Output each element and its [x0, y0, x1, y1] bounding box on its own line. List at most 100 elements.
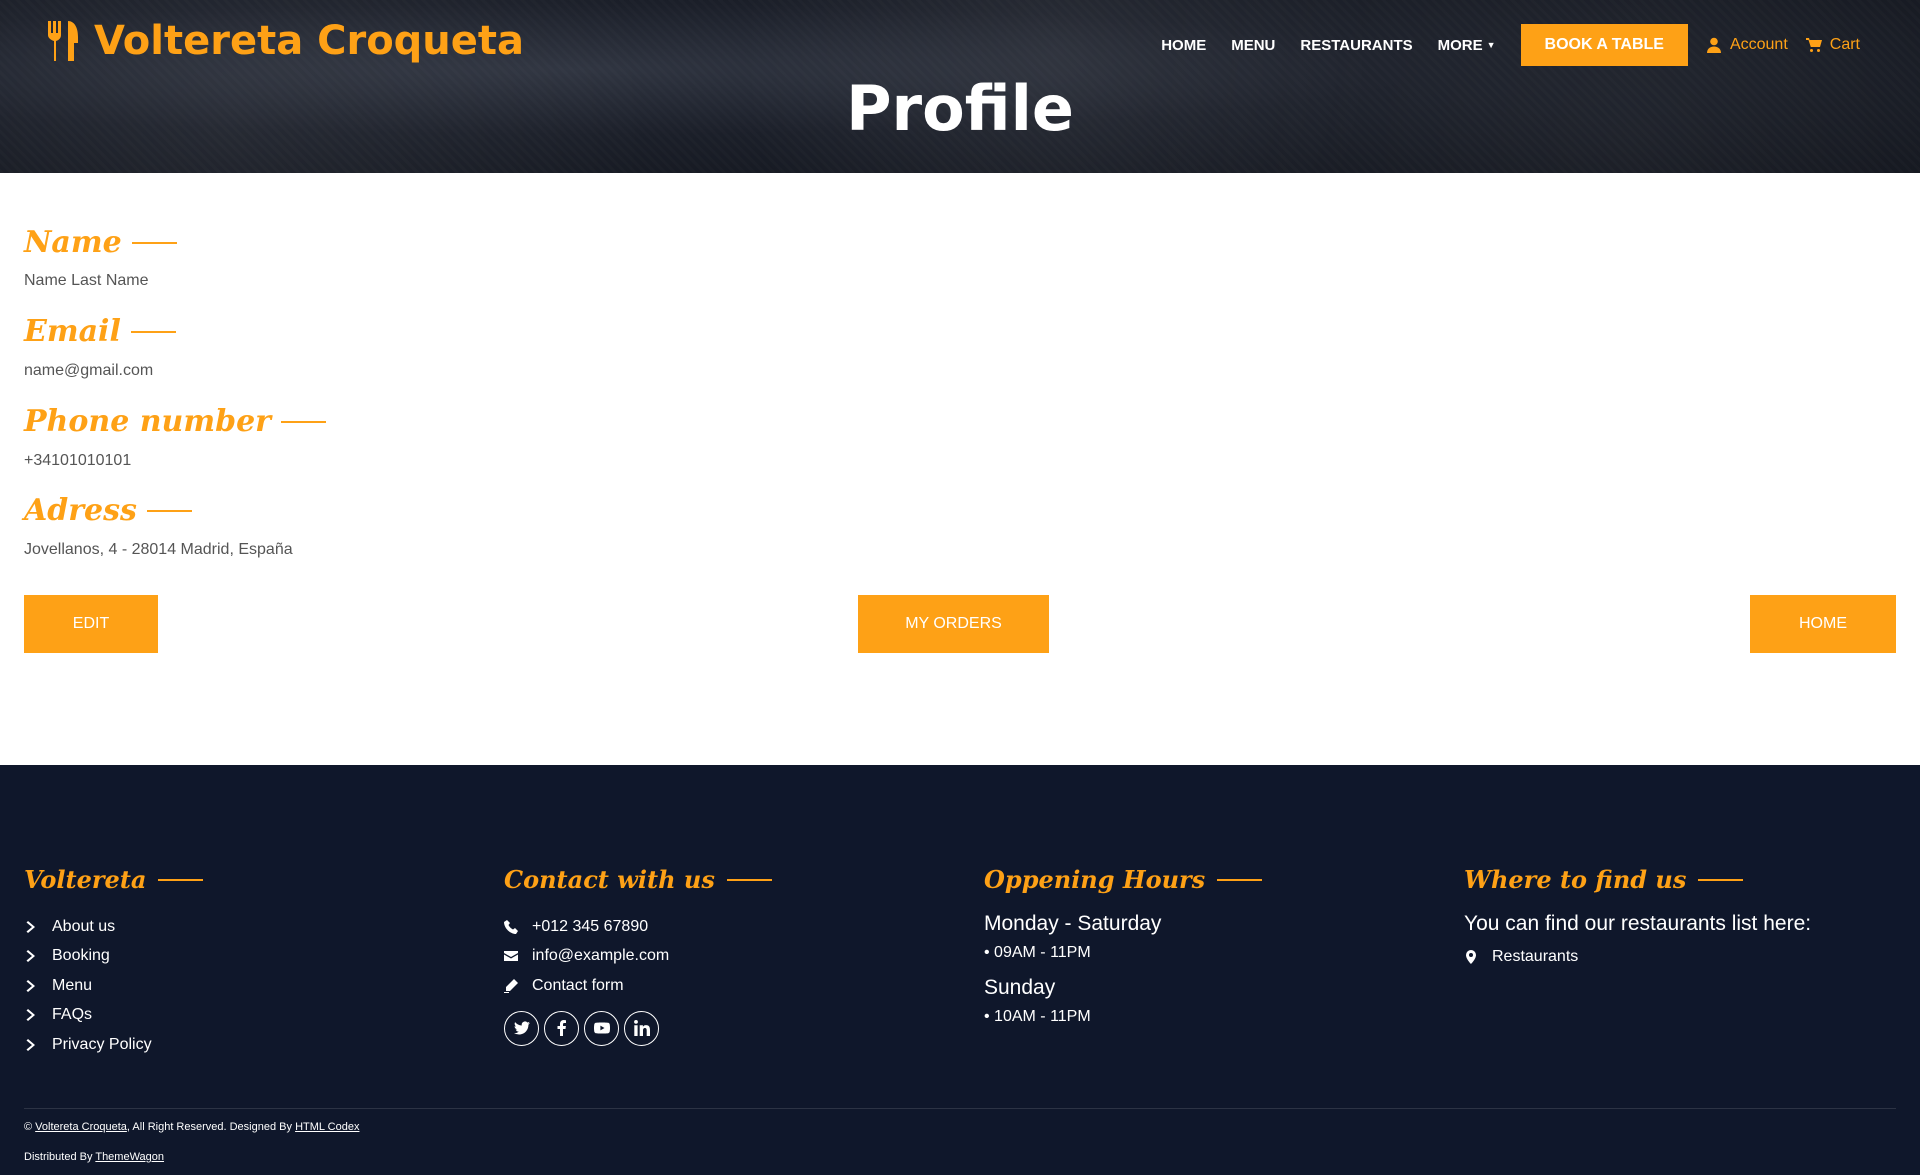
footer-col-title-text: Where to find us: [1464, 865, 1687, 894]
brand-name: Voltereta Croqueta: [94, 18, 525, 64]
contact-form-text: Contact form: [532, 976, 624, 994]
restaurants-link-text: Restaurants: [1492, 947, 1579, 965]
designer-link[interactable]: HTML Codex: [295, 1121, 359, 1133]
hours-day-sunday: Sunday: [984, 976, 1056, 999]
heading-divider: [131, 241, 177, 244]
my-orders-button[interactable]: MY ORDERS: [858, 595, 1049, 653]
caret-down-icon: ▼: [1486, 40, 1496, 50]
contact-form-link[interactable]: Contact form: [504, 971, 772, 1001]
copyright-prefix: ©: [24, 1121, 33, 1133]
phone-value: +34101010101: [24, 452, 132, 469]
book-table-button[interactable]: BOOK A TABLE: [1520, 24, 1688, 66]
address-heading: Adress: [24, 493, 192, 528]
footer-link-label: Menu: [52, 976, 93, 994]
home-button[interactable]: HOME: [1750, 595, 1896, 653]
linkedin-icon: [633, 1020, 650, 1036]
chevron-right-icon: [26, 979, 35, 992]
cart-icon: [1805, 38, 1822, 52]
user-icon: [1706, 37, 1721, 53]
footer-link-about[interactable]: About us: [24, 912, 203, 942]
distributed-text: Distributed By: [24, 1151, 93, 1163]
profile-section: Name Name Last Name Email name@gmail.com…: [0, 173, 1920, 765]
page-title: Profile: [846, 72, 1074, 145]
footer-col-title-text: Voltereta: [24, 865, 147, 894]
cart-link[interactable]: Cart: [1805, 36, 1860, 54]
address-value: Jovellanos, 4 - 28014 Madrid, España: [24, 541, 293, 558]
contact-email[interactable]: info@example.com: [504, 942, 772, 972]
youtube-icon: [593, 1022, 610, 1034]
facebook-icon: [557, 1020, 566, 1036]
name-value: Name Last Name: [24, 272, 149, 289]
footer-col-title: Oppening Hours: [984, 865, 1263, 894]
envelope-icon: [504, 951, 518, 962]
brand-link[interactable]: Voltereta Croqueta: [35, 1121, 127, 1133]
footer-col-title: Where to find us: [1464, 865, 1811, 894]
contact-phone-text: +012 345 67890: [532, 917, 649, 935]
cart-label: Cart: [1829, 36, 1860, 53]
footer-col-about: Voltereta About us Booking Menu FAQs Pri…: [24, 865, 204, 1060]
contact-email-text: info@example.com: [532, 947, 670, 965]
footer-divider: [24, 1108, 1896, 1109]
heading-divider: [1217, 878, 1263, 881]
youtube-button[interactable]: [584, 1010, 619, 1046]
footer-link-menu[interactable]: Menu: [24, 971, 203, 1001]
phone-heading: Phone number: [24, 404, 326, 439]
footer-col-title-text: Contact with us: [504, 865, 715, 894]
pencil-icon: [504, 978, 518, 993]
chevron-right-icon: [26, 1009, 35, 1022]
footer-link-label: Privacy Policy: [52, 1035, 152, 1053]
footer-col-hours: Oppening Hours Monday - Saturday • 09AM …: [984, 865, 1263, 1026]
distributed-line: Distributed By ThemeWagon: [24, 1151, 164, 1163]
footer: Voltereta About us Booking Menu FAQs Pri…: [0, 765, 1920, 1175]
find-us-text: You can find our restaurants list here:: [1464, 912, 1812, 935]
map-marker-icon: [1466, 949, 1476, 964]
phone-icon: [504, 919, 518, 934]
restaurants-link[interactable]: Restaurants: [1464, 942, 1811, 972]
edit-button[interactable]: EDIT: [24, 595, 158, 653]
distributor-link[interactable]: ThemeWagon: [95, 1151, 164, 1163]
footer-link-label: FAQs: [52, 1006, 93, 1024]
footer-link-label: Booking: [52, 947, 110, 965]
name-heading-text: Name: [24, 225, 122, 260]
contact-list: +012 345 67890 info@example.com Contact …: [504, 912, 772, 1001]
chevron-right-icon: [26, 950, 35, 963]
email-value: name@gmail.com: [24, 362, 154, 379]
footer-link-privacy[interactable]: Privacy Policy: [24, 1030, 203, 1060]
account-link[interactable]: Account: [1706, 36, 1788, 54]
main-nav: HOME MENU RESTAURANTS MORE ▼ BOOK A TABL…: [1136, 24, 1860, 66]
footer-link-label: About us: [52, 917, 116, 935]
utensils-icon: [48, 21, 78, 61]
twitter-icon: [513, 1021, 530, 1035]
social-links: [504, 1010, 772, 1046]
footer-col-title: Contact with us: [504, 865, 772, 894]
account-label: Account: [1729, 36, 1788, 53]
heading-divider: [1698, 878, 1744, 881]
brand-logo[interactable]: Voltereta Croqueta: [46, 18, 524, 64]
footer-link-booking[interactable]: Booking: [24, 942, 203, 972]
contact-phone[interactable]: +012 345 67890: [504, 912, 772, 942]
footer-col-find: Where to find us You can find our restau…: [1464, 865, 1811, 972]
heading-divider: [158, 878, 204, 881]
nav-menu[interactable]: MENU: [1231, 37, 1275, 54]
footer-links: About us Booking Menu FAQs Privacy Polic…: [24, 912, 203, 1060]
nav-more-dropdown[interactable]: MORE ▼: [1438, 37, 1496, 54]
footer-col-title-text: Oppening Hours: [984, 865, 1206, 894]
address-heading-text: Adress: [24, 493, 137, 528]
nav-restaurants[interactable]: RESTAURANTS: [1300, 37, 1412, 54]
nav-more-label: MORE: [1437, 36, 1483, 54]
linkedin-button[interactable]: [624, 1010, 659, 1046]
copyright-line: © Voltereta Croqueta, All Right Reserved…: [24, 1121, 359, 1133]
email-heading-text: Email: [24, 314, 121, 349]
name-heading: Name: [24, 225, 177, 260]
heading-divider: [726, 878, 772, 881]
heading-divider: [280, 420, 326, 423]
heading-divider: [146, 509, 192, 512]
facebook-button[interactable]: [544, 1010, 579, 1046]
chevron-right-icon: [26, 920, 35, 933]
chevron-right-icon: [26, 1038, 35, 1051]
nav-home[interactable]: HOME: [1161, 37, 1206, 54]
twitter-button[interactable]: [504, 1010, 539, 1046]
hours-time-weekdays: • 09AM - 11PM: [984, 944, 1091, 961]
email-heading: Email: [24, 314, 176, 349]
footer-link-faqs[interactable]: FAQs: [24, 1001, 203, 1031]
